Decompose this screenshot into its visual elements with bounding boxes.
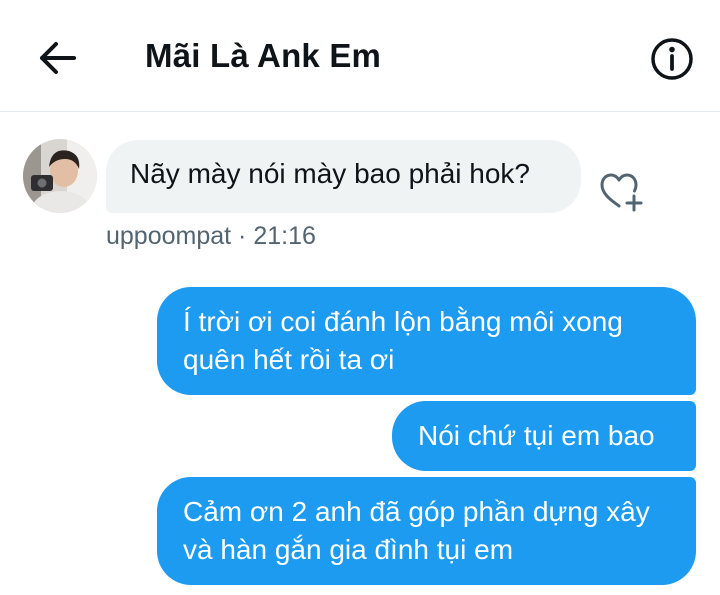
incoming-message[interactable]: Nãy mày nói mày bao phải hok? (106, 140, 581, 213)
message-line: Cảm ơn 2 anh đã góp phần dựng xây (183, 496, 650, 527)
info-button[interactable] (649, 36, 695, 82)
conversation-header: Mãi Là Ank Em (0, 0, 720, 112)
message-line: Nói chứ tụi em bao (418, 420, 655, 451)
arrow-left-icon (40, 42, 76, 74)
outgoing-message[interactable]: Nói chứ tụi em bao (392, 401, 696, 471)
avatar-photo (23, 139, 97, 213)
conversation-title: Mãi Là Ank Em (145, 37, 382, 74)
heart-plus-icon (600, 173, 643, 212)
back-button[interactable] (30, 36, 82, 80)
react-button[interactable] (598, 170, 646, 212)
outgoing-message[interactable]: Í trời ơi coi đánh lộn bằng môi xong quê… (157, 287, 696, 395)
outgoing-message[interactable]: Cảm ơn 2 anh đã góp phần dựng xây và hàn… (157, 477, 696, 585)
message-line: và hàn gắn gia đình tụi em (183, 534, 514, 565)
info-icon (651, 38, 693, 80)
message-line: Í trời ơi coi đánh lộn bằng môi xong (183, 306, 623, 337)
message-meta: uppoompat · 21:16 (106, 222, 316, 250)
user-avatar[interactable] (23, 139, 97, 213)
message-line: quên hết rồi ta ơi (183, 344, 395, 375)
